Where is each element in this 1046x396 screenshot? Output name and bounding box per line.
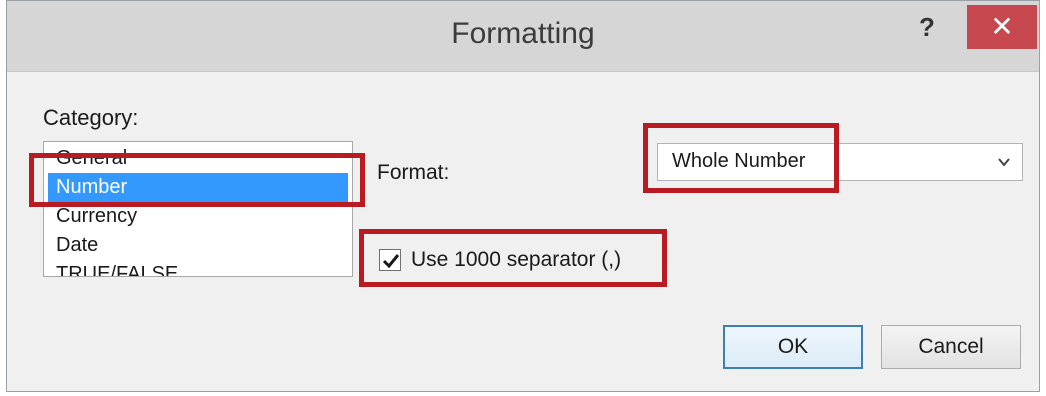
format-dropdown[interactable]: Whole Number	[657, 143, 1023, 181]
formatting-dialog: Formatting ? ✕ Category: General Number …	[6, 0, 1040, 392]
cancel-button[interactable]: Cancel	[881, 325, 1021, 369]
category-item-general[interactable]: General	[48, 144, 348, 173]
format-selected-value: Whole Number	[672, 150, 806, 172]
category-item-number[interactable]: Number	[48, 173, 348, 202]
category-item-date[interactable]: Date	[48, 231, 348, 260]
close-icon: ✕	[990, 11, 1014, 42]
category-item-currency[interactable]: Currency	[48, 202, 348, 231]
category-label: Category:	[43, 105, 139, 130]
thousand-separator-label: Use 1000 separator (,)	[411, 248, 622, 271]
ok-button[interactable]: OK	[723, 325, 863, 369]
chevron-down-icon	[994, 152, 1014, 172]
thousand-separator-checkbox[interactable]	[379, 249, 401, 271]
close-button[interactable]: ✕	[967, 5, 1037, 49]
format-label: Format:	[377, 161, 450, 184]
thousand-separator-option[interactable]: Use 1000 separator (,)	[379, 245, 621, 275]
title-bar: Formatting ? ✕	[7, 1, 1039, 72]
checkmark-icon	[382, 254, 400, 269]
category-list[interactable]: General Number Currency Date TRUE/FALSE	[43, 141, 353, 277]
dialog-title: Formatting	[451, 17, 595, 50]
help-button[interactable]: ?	[897, 7, 957, 47]
category-item-true-false[interactable]: TRUE/FALSE	[48, 260, 348, 276]
